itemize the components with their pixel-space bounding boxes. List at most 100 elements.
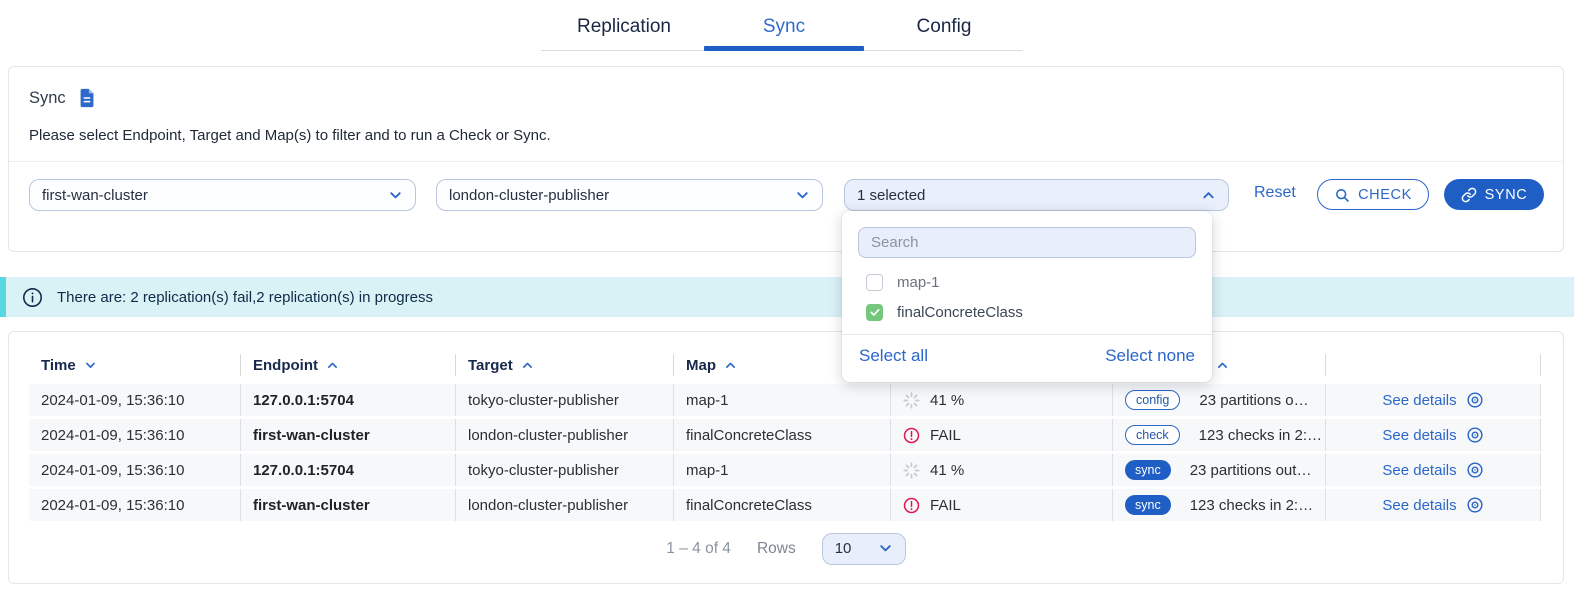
checkbox-unchecked[interactable] [866,274,883,291]
see-details-link[interactable]: See details [1382,496,1483,514]
cell-time: 2024-01-09, 15:36:10 [29,489,241,521]
table-row: 2024-01-09, 15:36:10 127.0.0.1:5704 toky… [29,384,1541,416]
column-header-details [1326,348,1541,382]
info-banner: There are: 2 replication(s) fail,2 repli… [0,277,1574,317]
status-text: 41 % [930,462,964,479]
eye-icon [1466,391,1484,409]
cell-event: sync 23 partitions out… [1113,454,1326,486]
checkbox-checked[interactable] [866,304,883,321]
see-details-link[interactable]: See details [1382,391,1483,409]
cell-time: 2024-01-09, 15:36:10 [29,384,241,416]
cell-target: tokyo-cluster-publisher [456,454,674,486]
document-icon[interactable] [76,87,98,109]
cell-details: See details [1326,384,1541,416]
endpoint-select-value: first-wan-cluster [42,187,148,204]
table-body: 2024-01-09, 15:36:10 127.0.0.1:5704 toky… [29,384,1541,521]
event-text: 123 checks in 2:… [1199,427,1322,444]
cell-map: map-1 [674,384,891,416]
cell-status: 41 % [891,384,1113,416]
table-header: Time Endpoint Target Map [29,348,1541,382]
cell-status: FAIL [891,419,1113,451]
event-badge: config [1125,390,1180,410]
cell-map: finalConcreteClass [674,419,891,451]
status-text: FAIL [930,497,961,514]
check-button[interactable]: CHECK [1317,179,1429,210]
cell-event: sync 123 checks in 2:… [1113,489,1326,521]
cell-status: 41 % [891,454,1113,486]
event-text: 23 partitions o… [1199,392,1308,409]
reset-button[interactable]: Reset [1254,184,1296,202]
page-title: Sync [29,89,66,108]
chevron-up-icon [1201,188,1216,203]
table-row: 2024-01-09, 15:36:10 127.0.0.1:5704 toky… [29,454,1541,486]
column-header-endpoint[interactable]: Endpoint [241,348,456,382]
map-option-label: finalConcreteClass [897,304,1023,321]
alert-circle-icon [903,427,920,444]
see-details-link[interactable]: See details [1382,426,1483,444]
select-all-button[interactable]: Select all [859,346,928,366]
map-search-input[interactable] [858,227,1196,258]
cell-time: 2024-01-09, 15:36:10 [29,419,241,451]
filter-instructions: Please select Endpoint, Target and Map(s… [29,127,551,144]
map-option-map-1[interactable]: map-1 [866,268,1212,296]
status-text: 41 % [930,392,964,409]
chevron-down-icon [388,188,403,203]
endpoint-select[interactable]: first-wan-cluster [29,179,416,211]
maps-dropdown-panel: map-1 finalConcreteClass Select all Sele… [842,211,1212,382]
sync-button[interactable]: SYNC [1444,179,1544,210]
page-size-select[interactable]: 10 [822,533,906,565]
cell-target: london-cluster-publisher [456,489,674,521]
chevron-up-icon [326,359,339,372]
cell-details: See details [1326,489,1541,521]
chevron-down-icon [795,188,810,203]
cell-endpoint: first-wan-cluster [241,419,456,451]
chevron-up-icon [521,359,534,372]
maps-select-value: 1 selected [857,187,925,204]
alert-circle-icon [903,497,920,514]
map-option-label: map-1 [897,274,940,291]
active-tab-indicator [704,46,864,51]
cell-target: tokyo-cluster-publisher [456,384,674,416]
event-text: 23 partitions out… [1190,462,1312,479]
target-select-value: london-cluster-publisher [449,187,609,204]
column-header-target[interactable]: Target [456,348,674,382]
cell-details: See details [1326,419,1541,451]
eye-icon [1466,426,1484,444]
cell-map: map-1 [674,454,891,486]
map-option-finalconcreteclass[interactable]: finalConcreteClass [866,298,1212,326]
cell-map: finalConcreteClass [674,489,891,521]
eye-icon [1466,461,1484,479]
column-header-time[interactable]: Time [29,348,241,382]
cell-endpoint: 127.0.0.1:5704 [241,384,456,416]
tab-replication[interactable]: Replication [544,9,704,49]
cell-time: 2024-01-09, 15:36:10 [29,454,241,486]
cell-status: FAIL [891,489,1113,521]
chevron-down-icon [84,359,97,372]
maps-select[interactable]: 1 selected [844,179,1229,211]
divider [9,161,1563,162]
sync-page: Replication Sync Config Sync Please sele… [0,0,1574,592]
chevron-down-icon [878,541,893,556]
cell-target: london-cluster-publisher [456,419,674,451]
link-icon [1461,187,1477,203]
select-none-button[interactable]: Select none [1105,346,1195,366]
spinner-icon [903,392,920,409]
cell-endpoint: 127.0.0.1:5704 [241,454,456,486]
spinner-icon [903,462,920,479]
chevron-up-icon [1216,359,1229,372]
cell-event: check 123 checks in 2:… [1113,419,1326,451]
event-text: 123 checks in 2:… [1190,497,1313,514]
see-details-link[interactable]: See details [1382,461,1483,479]
chevron-up-icon [724,359,737,372]
target-select[interactable]: london-cluster-publisher [436,179,823,211]
tab-config[interactable]: Config [864,9,1024,49]
cell-details: See details [1326,454,1541,486]
search-icon [1334,187,1350,203]
table-row: 2024-01-09, 15:36:10 first-wan-cluster l… [29,489,1541,521]
tab-bar: Replication Sync Config [544,9,1024,49]
cell-event: config 23 partitions o… [1113,384,1326,416]
event-badge: sync [1125,495,1171,515]
tab-sync[interactable]: Sync [704,9,864,49]
event-badge: sync [1125,460,1171,480]
pagination: 1 – 4 of 4 Rows 10 [9,533,1563,564]
